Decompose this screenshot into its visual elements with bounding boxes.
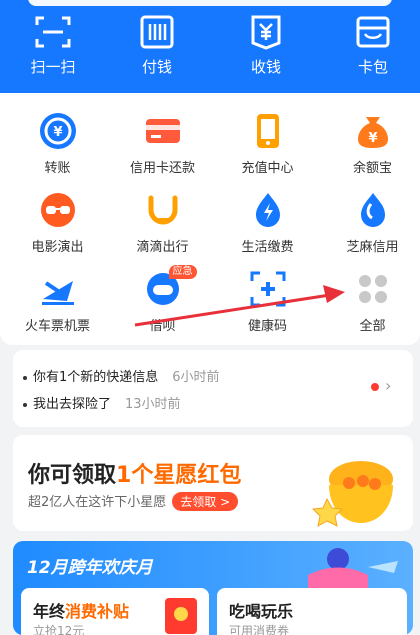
year-end-event-banner[interactable]: 12月跨年欢庆月 年终消费补贴 立抢12元 吃喝玩乐 可用消费券 [13,541,413,635]
grid-item-transfer[interactable]: ¥ 转账 [5,111,110,176]
card-wallet-label: 卡包 [357,58,388,76]
notice-time: 13小时前 [125,397,181,412]
grid-item-movie[interactable]: 电影演出 [5,190,110,255]
promo-subtitle-text: 超2亿人在这许下小星愿 [28,495,167,510]
chevron-right-icon[interactable]: › [385,376,391,395]
pay-label: 付钱 [141,58,172,76]
card-wallet-icon [356,16,390,48]
top-action-bar: 扫一扫 付钱 收钱 卡包 [0,0,420,93]
food-fun-title-prefix: 吃喝玩乐 [229,602,294,621]
yuebao-icon: ¥ [357,117,388,148]
subsidy-card-title: 年终消费补贴 [33,598,129,622]
grid-item-utility[interactable]: 生活缴费 [215,190,320,255]
app-grid: ¥ 转账 信用卡还款 充值中心 ¥ 余额宝 电影演出 滴滴出行 生活缴费 芝麻信… [0,93,420,345]
scan-icon [35,16,71,48]
subsidy-card-sub: 立抢12元 [33,624,85,635]
notice-text: 我出去探险了 [33,397,112,412]
notification-card[interactable]: 你有1个新的快递信息 6小时前 我出去探险了 13小时前 › [13,350,413,427]
grid-item-credit-card[interactable]: 信用卡还款 [110,111,215,176]
barcode-pay-icon [140,15,174,49]
train-plane-icon [41,281,74,305]
red-packet-promo-card[interactable]: 你可领取1个星愿红包 超2亿人在这许下小星愿 去领取 > [13,435,413,531]
pay-button[interactable]: 付钱 [112,14,202,77]
promo-title: 你可领取1个星愿红包 [28,457,241,489]
food-fun-card-sub: 可用消费券 [229,624,290,635]
grid-item-label: 滴滴出行 [136,240,189,255]
health-code-icon [250,271,285,307]
promo-title-prefix: 你可领取 [28,463,117,488]
grid-item-label: 电影演出 [31,240,84,255]
notice-text: 你有1个新的快递信息 [33,370,159,385]
svg-text:¥: ¥ [368,131,377,146]
scan-label: 扫一扫 [30,58,76,76]
receive-label: 收钱 [250,58,281,76]
red-packet-icon [165,598,197,634]
utility-bill-icon [255,193,280,227]
grid-item-yuebao[interactable]: ¥ 余额宝 [320,111,420,176]
sesame-credit-icon [360,193,385,227]
promo-subtitle: 超2亿人在这许下小星愿 去领取 > [28,491,239,511]
grid-item-label: 火车票机票 [24,319,90,334]
grid-item-label: 借呗 [149,319,176,334]
grid-item-label: 余额宝 [352,161,392,176]
mascot-illustration-icon [308,548,398,589]
transfer-icon: ¥ [39,113,76,149]
promo-title-highlight: 1个星愿红包 [116,463,242,488]
emergency-badge: 应急 [168,265,197,279]
grid-item-jiebei[interactable]: 应急 借呗 [110,265,215,334]
svg-text:¥: ¥ [53,125,62,140]
food-fun-card[interactable]: 吃喝玩乐 可用消费券 [217,588,407,635]
gift-egg-icon [311,461,393,527]
carousel-indicator [193,521,227,531]
scan-button[interactable]: 扫一扫 [8,14,98,77]
notice-time: 6小时前 [172,370,220,385]
claim-button[interactable]: 去领取 > [172,492,239,511]
grid-item-label: 健康码 [247,319,287,334]
grid-item-label: 芝麻信用 [346,240,399,255]
subsidy-title-highlight: 消费补贴 [65,602,130,621]
grid-item-all[interactable]: 全部 [320,269,420,334]
bullet [23,375,27,380]
didi-icon [148,195,177,225]
grid-item-label: 信用卡还款 [129,161,195,176]
food-fun-card-title: 吃喝玩乐 [229,598,293,622]
card-wallet-button[interactable]: 卡包 [328,14,418,77]
subsidy-title-prefix: 年终 [33,602,66,621]
credit-card-icon [145,119,180,143]
search-bar-edge[interactable] [28,0,392,6]
grid-item-didi[interactable]: 滴滴出行 [110,190,215,255]
grid-item-label: 充值中心 [241,161,294,176]
receive-money-icon [251,15,281,50]
grid-item-label: 全部 [359,319,386,334]
grid-item-train[interactable]: 火车票机票 [5,269,110,334]
grid-item-label: 生活缴费 [241,240,294,255]
list-item[interactable]: 你有1个新的快递信息 6小时前 [23,366,220,385]
phone-recharge-icon [256,114,279,148]
grid-item-label: 转账 [44,161,71,176]
unread-dot [371,383,379,391]
grid-item-health-code[interactable]: 健康码 [215,269,320,334]
grid-item-sesame[interactable]: 芝麻信用 [320,190,420,255]
bullet [23,402,27,407]
grid-item-recharge[interactable]: 充值中心 [215,111,320,176]
movie-icon [40,193,75,227]
event-title: 12月跨年欢庆月 [27,558,153,578]
receive-button[interactable]: 收钱 [221,14,311,77]
list-item[interactable]: 我出去探险了 13小时前 [23,393,181,412]
subsidy-card[interactable]: 年终消费补贴 立抢12元 [21,588,209,635]
all-apps-icon [358,275,387,303]
